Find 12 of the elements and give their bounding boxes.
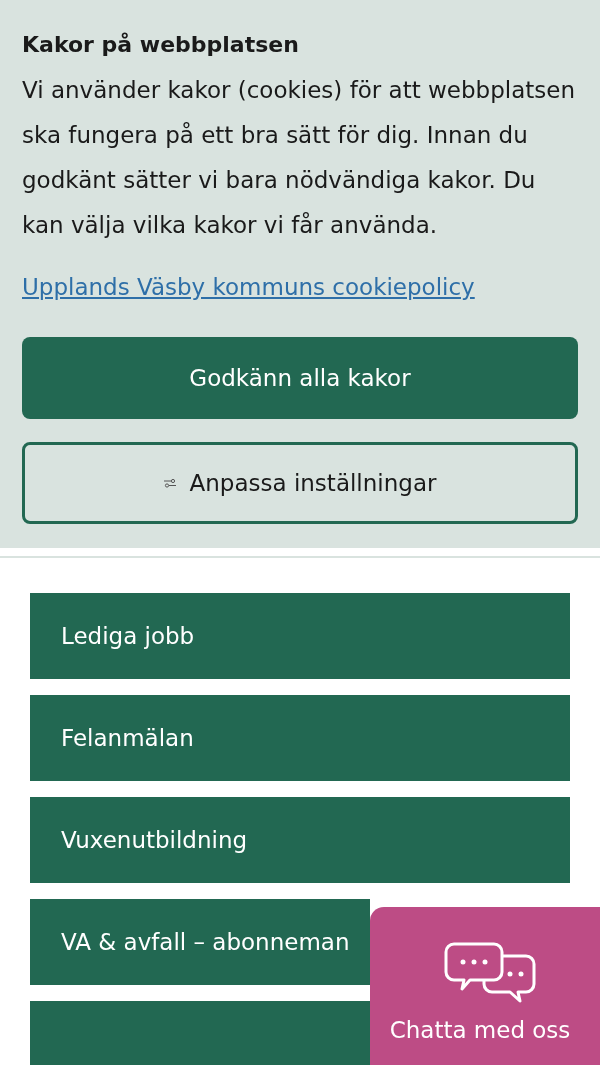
banner-text: Vi använder kakor (cookies) för att webbplatsen ska fungera på ett bra sätt för dig. Innan du godkänt sätter vi bara nödvändiga kakor. Du kan välja vilka kakor vi får använda. bbox=[22, 76, 576, 240]
quick-link[interactable] bbox=[30, 1001, 370, 1065]
quick-link[interactable]: VA & avfall – abonneman bbox=[30, 899, 370, 985]
banner-title: Kakor på webbplatsen bbox=[22, 31, 300, 59]
quick-link[interactable]: Vuxenutbildning bbox=[30, 797, 570, 883]
quick-link[interactable]: Felanmälan bbox=[30, 695, 570, 781]
chat-button[interactable]: Chatta med oss bbox=[370, 907, 600, 1065]
policy-link[interactable]: Upplands Väsby kommuns cookiepolicy bbox=[22, 270, 475, 304]
settings-button[interactable]: Anpassa inställningar bbox=[22, 442, 578, 524]
sliders-icon bbox=[163, 478, 176, 488]
quick-link[interactable]: Lediga jobb bbox=[30, 593, 570, 679]
accept-button[interactable]: Godkänn alla kakor bbox=[22, 337, 578, 419]
